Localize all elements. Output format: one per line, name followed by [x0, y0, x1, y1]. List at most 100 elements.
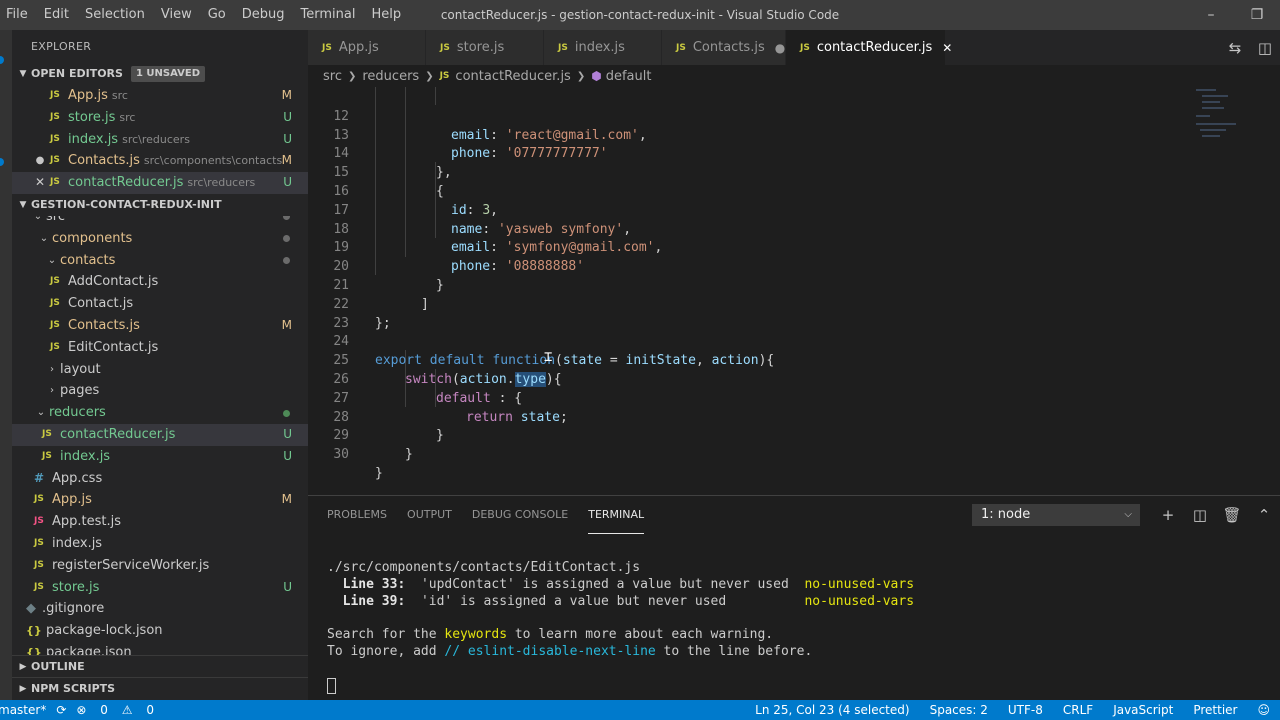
open-editor-store-js[interactable]: JS store.js src U	[12, 107, 308, 129]
js-file-icon: JS	[34, 581, 44, 592]
git-status-badge: M	[281, 88, 292, 102]
chevron-down-icon: ⌄	[33, 215, 43, 222]
breadcrumb-file[interactable]: contactReducer.js	[455, 69, 570, 84]
smiley-icon[interactable]: ☺	[1247, 703, 1280, 717]
error-icon: ⊗	[76, 703, 87, 717]
split-terminal-icon[interactable]: ◫	[1184, 502, 1216, 528]
line-ending[interactable]: CRLF	[1053, 703, 1103, 717]
test-file-icon: JS	[34, 516, 44, 527]
menu-terminal[interactable]: Terminal	[293, 0, 364, 30]
tree-file-contacts[interactable]: JS Contacts.js M	[12, 315, 308, 337]
encoding[interactable]: UTF-8	[998, 703, 1053, 717]
tree-item-label: contactReducer.js	[60, 426, 176, 442]
tree-file-index-js[interactable]: JS index.js	[12, 533, 308, 555]
js-file-icon: JS	[50, 111, 60, 122]
tree-file-contactreducer[interactable]: JS contactReducer.js U	[12, 423, 308, 446]
code-line: 20 }	[333, 259, 444, 293]
terminal-output[interactable]: ./src/components/contacts/EditContact.js…	[327, 560, 914, 694]
close-icon[interactable]: ✕	[942, 41, 952, 55]
tree-file-app-test[interactable]: JS App.test.js	[12, 511, 308, 533]
open-changes-icon[interactable]: ⇆	[1220, 39, 1250, 57]
open-editor-contacts-js[interactable]: ● JS Contacts.js src\components\contacts…	[12, 150, 308, 172]
npm-scripts-header[interactable]: ▶ NPM SCRIPTS	[12, 677, 308, 699]
menu-debug[interactable]: Debug	[234, 0, 293, 30]
tree-folder-reducers[interactable]: ⌄ reducers	[12, 402, 308, 424]
tree-file-editcontact[interactable]: JS EditContact.js	[12, 337, 308, 359]
tree-item-label: package-lock.json	[46, 623, 163, 639]
git-branch[interactable]: master*	[0, 703, 46, 717]
tab-output[interactable]: OUTPUT	[407, 496, 452, 534]
breadcrumb-src[interactable]: src	[323, 69, 342, 84]
outline-header[interactable]: ▶ OUTLINE	[12, 655, 308, 677]
terminal-line: Line 39: 'id' is assigned a value but ne…	[342, 593, 915, 609]
tab-problems[interactable]: PROBLEMS	[327, 496, 387, 534]
menu-file[interactable]: File	[0, 0, 36, 30]
open-editors-header[interactable]: ▼ OPEN EDITORS 1 UNSAVED	[12, 63, 308, 85]
code-editor[interactable]: 12 email: 'react@gmail.com', 13 phone: '…	[308, 87, 1280, 495]
tree-folder-components[interactable]: ⌄ components	[12, 228, 308, 250]
tree-file-store-js[interactable]: JS store.js U	[12, 577, 308, 599]
tree-file-addcontact[interactable]: JS AddContact.js	[12, 271, 308, 293]
code-line: 13 phone: '07777777777'	[333, 127, 608, 162]
open-editor-index-js[interactable]: JS index.js src\reducers U	[12, 129, 308, 151]
breadcrumb-reducers[interactable]: reducers	[362, 69, 419, 84]
tab-index-js[interactable]: JS index.js	[544, 30, 662, 65]
open-editor-app-js[interactable]: JS App.js src M	[12, 85, 308, 107]
problems-indicator[interactable]: ⊗ 0 ⚠ 0	[76, 703, 164, 717]
tree-file-reducers-index[interactable]: JS index.js U	[12, 446, 308, 468]
terminal-select[interactable]: 1: node ⌵	[972, 504, 1140, 526]
code-line: 19 phone: '08888888'	[333, 240, 585, 275]
tree-folder-src[interactable]: ⌄ src	[12, 215, 308, 228]
tree-file-app-css[interactable]: # App.css	[12, 468, 308, 490]
open-editor-contactreducer-js[interactable]: ✕ JS contactReducer.js src\reducers U	[12, 172, 308, 194]
language-mode[interactable]: JavaScript	[1103, 703, 1183, 717]
js-file-icon: JS	[50, 276, 60, 287]
chevron-up-icon[interactable]: ⌃	[1248, 502, 1280, 528]
menu-edit[interactable]: Edit	[36, 0, 77, 30]
tab-contacts-js[interactable]: JS Contacts.js ●	[662, 30, 786, 65]
chevron-down-icon: ⌄	[36, 407, 46, 419]
trash-icon[interactable]: 🗑	[1216, 502, 1248, 528]
tree-file-package[interactable]: {} package.json	[12, 642, 308, 656]
sync-icon[interactable]: ⟳	[56, 703, 66, 717]
tree-file-app-js[interactable]: JS App.js M	[12, 489, 308, 511]
tree-file-package-lock[interactable]: {} package-lock.json	[12, 620, 308, 642]
minimap[interactable]	[1196, 87, 1268, 147]
menu-help[interactable]: Help	[363, 0, 409, 30]
plus-icon[interactable]: +	[1152, 502, 1184, 528]
split-editor-icon[interactable]: ◫	[1250, 39, 1280, 57]
tree-folder-pages[interactable]: › pages	[12, 380, 308, 402]
tree-item-label: AddContact.js	[68, 274, 159, 290]
restore-icon[interactable]: ❐	[1234, 0, 1280, 30]
menu-selection[interactable]: Selection	[77, 0, 153, 30]
tab-app-js[interactable]: JS App.js	[308, 30, 426, 65]
unsaved-dot-icon[interactable]: ●	[775, 41, 785, 55]
indentation[interactable]: Spaces: 2	[920, 703, 998, 717]
tab-store-js[interactable]: JS store.js	[426, 30, 544, 65]
chevron-down-icon: ▼	[19, 69, 27, 79]
cursor-position[interactable]: Ln 25, Col 23 (4 selected)	[745, 703, 919, 717]
tree-file-register-sw[interactable]: JS registerServiceWorker.js	[12, 555, 308, 577]
tree-folder-contacts[interactable]: ⌄ contacts	[12, 250, 308, 272]
tab-contactreducer-js[interactable]: JS contactReducer.js ✕	[786, 30, 952, 65]
formatter[interactable]: Prettier	[1183, 703, 1247, 717]
tree-item-label: Contacts.js	[68, 317, 140, 333]
tab-terminal[interactable]: TERMINAL	[588, 496, 645, 534]
unsaved-dot-icon[interactable]: ●	[30, 150, 50, 172]
js-file-icon: JS	[50, 319, 60, 330]
tree-file-contact[interactable]: JS Contact.js	[12, 293, 308, 315]
tree-folder-layout[interactable]: › layout	[12, 359, 308, 381]
menu-view[interactable]: View	[153, 0, 200, 30]
terminal-line: Search for the keywords to learn more ab…	[327, 627, 774, 643]
close-icon[interactable]: ✕	[30, 172, 50, 194]
breadcrumb-symbol[interactable]: default	[606, 69, 652, 84]
js-file-icon: JS	[42, 428, 52, 439]
terminal-prompt	[327, 677, 914, 695]
menu-go[interactable]: Go	[200, 0, 234, 30]
tab-debug-console[interactable]: DEBUG CONSOLE	[472, 496, 568, 534]
minimize-icon[interactable]: –	[1188, 0, 1234, 30]
project-header[interactable]: ▼ GESTION-CONTACT-REDUX-INIT	[12, 194, 308, 216]
js-file-icon: JS	[34, 559, 44, 570]
tree-file-gitignore[interactable]: ◆ .gitignore	[12, 598, 308, 620]
explorer-sidebar: EXPLORER ▼ OPEN EDITORS 1 UNSAVED JS App…	[12, 30, 308, 700]
